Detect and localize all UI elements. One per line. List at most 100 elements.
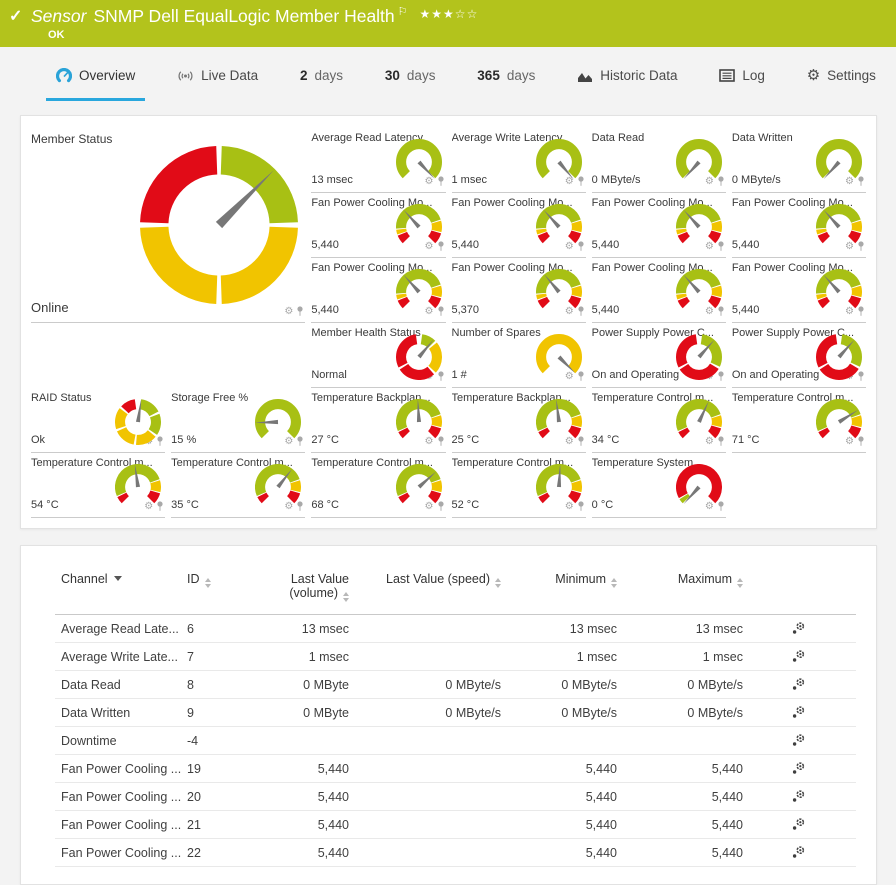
tab-overview[interactable]: Overview: [46, 53, 145, 101]
channel-settings-icon[interactable]: [791, 733, 806, 748]
channel-settings-icon[interactable]: [791, 705, 806, 720]
sort-icon: [343, 592, 349, 602]
gauge-tile[interactable]: Temperature Control m...34 °C⚙: [592, 388, 726, 453]
gauge-grid: Member StatusOnline⚙Average Read Latency…: [21, 116, 876, 518]
gauge-tile[interactable]: Fan Power Cooling Mo...5,440⚙: [311, 193, 445, 258]
gauge-tile[interactable]: Temperature System0 °C⚙: [592, 453, 726, 518]
gauge-value: 0 °C: [592, 499, 614, 511]
gauge-tile[interactable]: Temperature Control m...71 °C⚙: [732, 388, 866, 453]
cell-channel[interactable]: Fan Power Cooling ...: [55, 839, 181, 867]
cell-channel[interactable]: Fan Power Cooling ...: [55, 755, 181, 783]
cell-last_volume: 1 msec: [243, 643, 355, 671]
pin-icon[interactable]: [296, 306, 304, 317]
cell-channel[interactable]: Average Write Late...: [55, 643, 181, 671]
gauge-tile[interactable]: Temperature Control m...54 °C⚙: [31, 453, 165, 518]
gauge-value: 68 °C: [311, 499, 339, 511]
channel-row: Downtime-4: [55, 727, 856, 755]
channel-settings-icon[interactable]: [791, 649, 806, 664]
gauge-tile[interactable]: Fan Power Cooling Mo...5,440⚙: [592, 193, 726, 258]
gear-icon[interactable]: ⚙: [284, 307, 293, 317]
cell-channel[interactable]: Data Read: [55, 671, 181, 699]
channel-gauge: [536, 334, 582, 380]
tab-log[interactable]: Log: [709, 53, 775, 101]
channel-row: Fan Power Cooling ...215,4405,4405,440: [55, 811, 856, 839]
gauge-value: 5,440: [592, 304, 620, 316]
gauge-tile[interactable]: Fan Power Cooling Mo...5,440⚙: [592, 258, 726, 323]
cell-last_speed: [355, 783, 507, 811]
gauge-value: 5,440: [311, 239, 339, 251]
gauge-tile[interactable]: Temperature Backplan...25 °C⚙: [452, 388, 586, 453]
cell-min: 0 MByte/s: [507, 671, 623, 699]
gauge-tile[interactable]: Data Read0 MByte/s⚙: [592, 128, 726, 193]
cell-last_volume: 5,440: [243, 783, 355, 811]
column-header[interactable]: Channel: [55, 570, 181, 615]
gauge-value: 5,440: [592, 239, 620, 251]
column-header[interactable]: Last Value (speed): [355, 570, 507, 615]
channel-settings-icon[interactable]: [791, 621, 806, 636]
tab-live-data[interactable]: Live Data: [167, 53, 268, 101]
cell-last_volume: 13 msec: [243, 615, 355, 643]
tab-historic-data[interactable]: Historic Data: [567, 53, 687, 101]
gauge-tile[interactable]: Fan Power Cooling Mo...5,440⚙: [732, 193, 866, 258]
tab-30-days[interactable]: 30 days: [375, 53, 446, 101]
gauge-tile[interactable]: Fan Power Cooling Mo...5,440⚙: [732, 258, 866, 323]
gauge-tile[interactable]: Average Read Latency13 msec⚙: [311, 128, 445, 193]
gauge-tile[interactable]: Number of Spares1 #⚙: [452, 323, 586, 388]
cell-id: 20: [181, 783, 243, 811]
cell-max: [623, 727, 749, 755]
column-header[interactable]: Minimum: [507, 570, 623, 615]
cell-min: 1 msec: [507, 643, 623, 671]
column-header[interactable]: Last Value (volume): [243, 570, 355, 615]
channel-settings-icon[interactable]: [791, 817, 806, 832]
flag-icon[interactable]: ⚐: [398, 6, 408, 18]
gauge-tile[interactable]: Temperature Backplan...27 °C⚙: [311, 388, 445, 453]
tab-365-days[interactable]: 365 days: [467, 53, 545, 101]
gauge-tile[interactable]: Storage Free %15 %⚙: [171, 388, 305, 453]
gauge-tile[interactable]: Fan Power Cooling Mo...5,440⚙: [311, 258, 445, 323]
channel-gauge: [676, 139, 722, 185]
cell-channel[interactable]: Downtime: [55, 727, 181, 755]
column-header[interactable]: Maximum: [623, 570, 749, 615]
gauge-tile[interactable]: Temperature Control m...52 °C⚙: [452, 453, 586, 518]
gauge-tile[interactable]: Average Write Latency1 msec⚙: [452, 128, 586, 193]
channel-settings-icon[interactable]: [791, 677, 806, 692]
column-header-label: Channel: [61, 572, 108, 586]
cell-actions: [749, 615, 856, 643]
cell-channel[interactable]: Fan Power Cooling ...: [55, 811, 181, 839]
gauge-tile[interactable]: Power Supply Power C...On and Operating⚙: [592, 323, 726, 388]
channel-gauge: [115, 399, 161, 445]
gauge-tile[interactable]: Fan Power Cooling Mo...5,440⚙: [452, 193, 586, 258]
channel-gauge: [536, 464, 582, 510]
channel-settings-icon[interactable]: [791, 789, 806, 804]
cell-channel[interactable]: Average Read Late...: [55, 615, 181, 643]
gauge-tile[interactable]: Temperature Control m...68 °C⚙: [311, 453, 445, 518]
gauge-tile[interactable]: RAID StatusOk⚙: [31, 388, 165, 453]
cell-last_volume: 0 MByte: [243, 671, 355, 699]
gauge-tile[interactable]: Fan Power Cooling Mo...5,370⚙: [452, 258, 586, 323]
channel-settings-icon[interactable]: [791, 845, 806, 860]
cell-actions: [749, 671, 856, 699]
sensor-header: ✓ SensorSNMP Dell EqualLogic Member Heal…: [0, 0, 896, 47]
cell-id: 19: [181, 755, 243, 783]
channel-row: Average Write Late...71 msec1 msec1 msec: [55, 643, 856, 671]
column-header[interactable]: ID: [181, 570, 243, 615]
channel-settings-icon[interactable]: [791, 761, 806, 776]
tab-label: Live Data: [201, 68, 258, 83]
cell-last_speed: [355, 727, 507, 755]
cell-actions: [749, 643, 856, 671]
gauge-icon: [56, 68, 72, 84]
gauge-tile[interactable]: Member StatusOnline⚙: [31, 128, 305, 323]
tab-settings[interactable]: ⚙ Settings: [797, 53, 886, 101]
tab-2-days[interactable]: 2 days: [290, 53, 353, 101]
gauge-tile[interactable]: Data Written0 MByte/s⚙: [732, 128, 866, 193]
gauge-tile[interactable]: Power Supply Power C...On and Operating⚙: [732, 323, 866, 388]
gauge-value: 13 msec: [311, 174, 353, 186]
gauge-value: 52 °C: [452, 499, 480, 511]
cell-channel[interactable]: Fan Power Cooling ...: [55, 783, 181, 811]
priority-stars[interactable]: ★★★☆☆: [420, 7, 479, 21]
gauge-tile[interactable]: Member Health StatusNormal⚙: [311, 323, 445, 388]
cell-channel[interactable]: Data Written: [55, 699, 181, 727]
cell-last_speed: [355, 755, 507, 783]
gauge-tile[interactable]: Temperature Control m...35 °C⚙: [171, 453, 305, 518]
cell-id: 8: [181, 671, 243, 699]
